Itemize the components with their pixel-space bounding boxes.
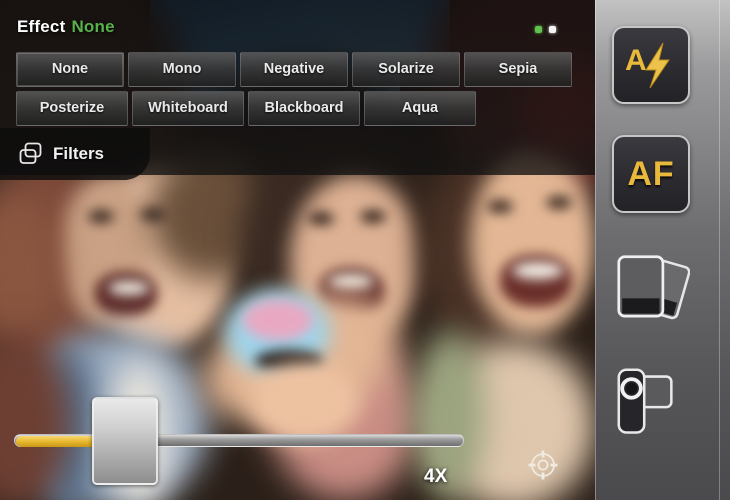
effect-button-whiteboard[interactable]: Whiteboard [132,91,244,126]
effect-header-key: Effect [17,17,66,36]
video-mode-button[interactable] [612,360,690,444]
effect-button-posterize[interactable]: Posterize [16,91,128,126]
status-indicator-dots [535,26,556,33]
filters-tab-label: Filters [53,144,105,163]
zoom-slider-fill [16,436,96,447]
af-label: AF [627,154,675,193]
zoom-slider[interactable] [14,397,464,485]
flash-auto-glyph: A [625,42,670,89]
effect-row-1: None Mono Negative Solarize Sepia [16,52,576,87]
preview-eye [140,208,166,221]
effect-button-sepia[interactable]: Sepia [464,52,572,87]
effect-button-negative[interactable]: Negative [240,52,348,87]
preview-eye [487,200,513,213]
preview-eye [88,210,114,223]
preview-eye [308,212,334,225]
zoom-slider-track[interactable] [14,434,464,447]
status-indicator [549,26,556,33]
effect-header: Effect None [17,17,115,37]
preview-eye [546,196,572,209]
preview-teeth [512,262,564,279]
layers-icon [19,142,42,164]
preview-eye [360,210,386,223]
effect-button-none[interactable]: None [16,52,124,87]
camcorder-icon [617,368,673,434]
filters-tab[interactable]: Filters [0,128,150,180]
focus-target-icon[interactable] [528,450,558,480]
effect-button-aqua[interactable]: Aqua [364,91,476,126]
control-sidebar: A AF [595,0,730,500]
camera-app: 4X Effect None None Mono Negative Solariz… [0,0,730,500]
effect-button-blackboard[interactable]: Blackboard [248,91,360,126]
effect-button-mono[interactable]: Mono [128,52,236,87]
zoom-slider-thumb[interactable] [92,397,158,485]
preview-teeth [108,281,150,295]
gallery-photos-icon [617,255,690,320]
autofocus-button[interactable]: AF [612,135,690,213]
preview-hand [250,362,360,442]
gallery-button[interactable] [612,245,690,333]
flash-auto-button[interactable]: A [612,26,690,104]
recording-indicator [535,26,542,33]
flash-auto-icon: A [612,26,690,104]
zoom-level-label: 4X [424,466,448,487]
af-icon: AF [612,135,690,213]
svg-text:A: A [625,44,647,77]
effect-row-2: Posterize Whiteboard Blackboard Aqua [16,91,576,126]
effect-header-value: None [71,17,115,36]
preview-face [470,150,595,335]
effect-button-solarize[interactable]: Solarize [352,52,460,87]
effect-overlay-panel: Effect None None Mono Negative Solarize S… [0,0,595,180]
preview-sleeve-pattern [243,300,313,340]
preview-teeth [328,274,374,289]
effect-button-grid: None Mono Negative Solarize Sepia Poster… [16,52,576,130]
